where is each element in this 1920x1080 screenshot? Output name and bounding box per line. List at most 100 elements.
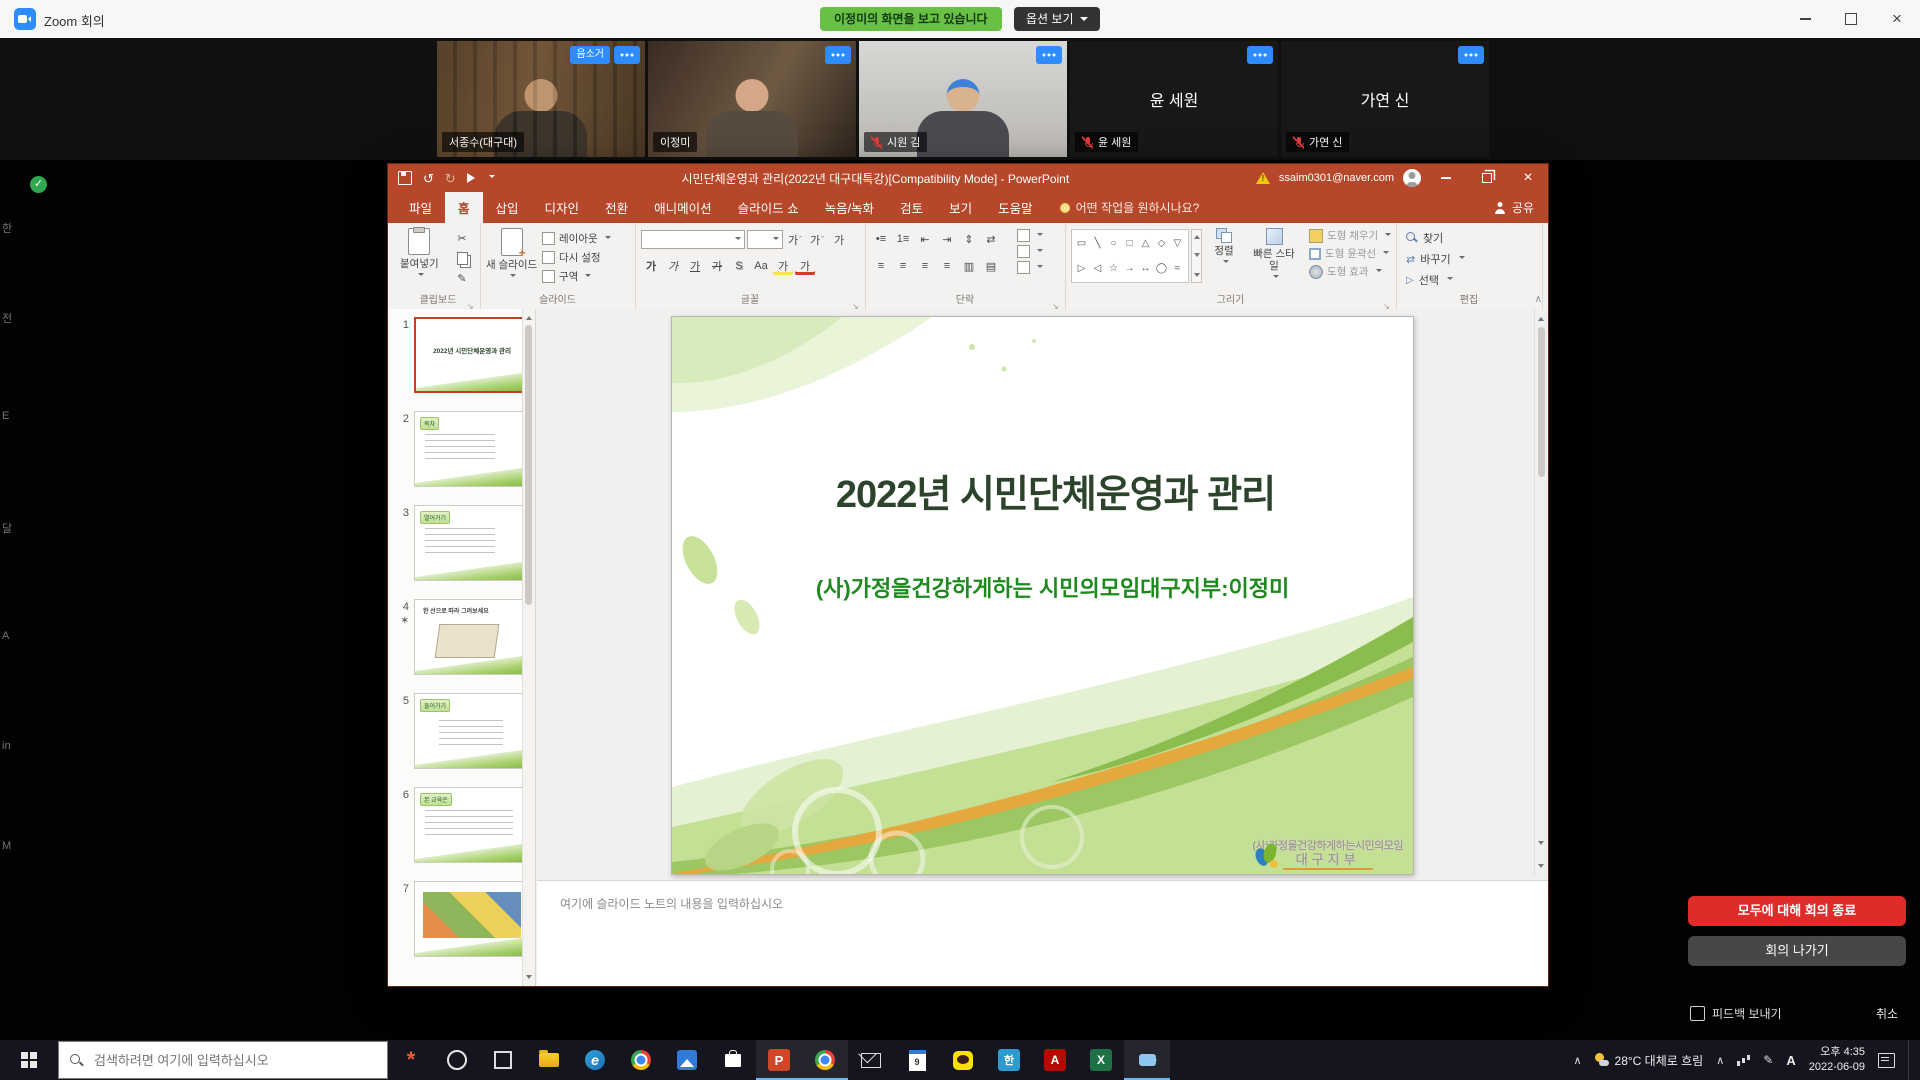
participant-menu-button[interactable] <box>1036 46 1062 64</box>
excel-icon[interactable]: X <box>1078 1040 1124 1080</box>
slide-thumbnail[interactable]: 열어가기 <box>414 505 530 581</box>
이정미[interactable]: 이정미 <box>648 41 856 157</box>
hancom-office-icon[interactable]: * <box>388 1040 434 1080</box>
font-style-button[interactable]: 가 <box>663 257 683 275</box>
tell-me-search[interactable]: 어떤 작업을 원하시나요? <box>1060 192 1200 223</box>
shape-icon[interactable]: ○ <box>1106 236 1121 251</box>
end-meeting-for-all-button[interactable]: 모두에 대해 회의 종료 <box>1688 896 1906 926</box>
share-button[interactable]: 공유 <box>1494 192 1548 223</box>
shape-icon[interactable]: ◁ <box>1090 261 1105 276</box>
layout-button[interactable]: 레이아웃 <box>542 231 611 246</box>
shape-icon[interactable]: ≈ <box>1170 261 1185 276</box>
replace-button[interactable]: 바꾸기 <box>1406 251 1465 267</box>
slide-thumbnail[interactable]: 목차 <box>414 411 530 487</box>
account-avatar[interactable] <box>1403 169 1421 187</box>
view-options-button[interactable]: 옵션 보기 <box>1014 7 1100 31</box>
ribbon-tab[interactable]: 슬라이드 쇼 <box>725 192 812 223</box>
ppt-restore-button[interactable] <box>1471 164 1503 192</box>
new-slide-button[interactable]: 새 슬라이드 <box>486 228 537 280</box>
slide-thumbnail[interactable]: 한 선으로 따라 그려보세요 <box>414 599 530 675</box>
feedback-checkbox[interactable] <box>1690 1006 1705 1021</box>
undo-icon[interactable]: ↺ <box>423 172 434 185</box>
powerpoint-icon[interactable]: P <box>756 1040 802 1080</box>
font-style-button[interactable]: Aa <box>751 257 771 275</box>
ribbon-tab[interactable]: 검토 <box>887 192 936 223</box>
shape-icon[interactable]: ◇ <box>1154 236 1169 251</box>
paragraph-button[interactable]: 1≡ <box>893 230 913 248</box>
edge-browser-icon[interactable]: e <box>572 1040 618 1080</box>
ribbon-tab[interactable]: 전환 <box>592 192 641 223</box>
ppt-close-button[interactable]: × <box>1512 164 1544 192</box>
maximize-button[interactable] <box>1828 0 1874 38</box>
alignment-button[interactable]: ≡ <box>893 257 913 275</box>
paragraph-button[interactable]: ⇥ <box>937 230 957 248</box>
grow-font-button[interactable]: 가 <box>785 231 805 249</box>
next-slide-icon[interactable] <box>1538 841 1544 848</box>
font-style-button[interactable]: 가 <box>685 257 705 275</box>
font-style-button[interactable]: 가 <box>641 257 661 275</box>
slide-subtitle[interactable]: (사)가정을건강하게하는 시민의모임대구지부:이정미 <box>702 571 1403 603</box>
copy-button[interactable] <box>452 249 472 267</box>
paragraph-button[interactable]: ⇤ <box>915 230 935 248</box>
browser-ring-icon[interactable] <box>434 1040 480 1080</box>
slide-thumbnail[interactable]: 2022년 시민단체운영과 관리 <box>414 317 530 393</box>
shapes-gallery-scrollbar[interactable] <box>1191 229 1202 283</box>
윤 세원[interactable]: 윤 세원 윤 세원 <box>1070 41 1278 157</box>
paste-button[interactable]: 붙여넣기 <box>400 228 439 279</box>
font-style-button[interactable]: 가 <box>773 257 793 275</box>
dialog-launcher-icon[interactable] <box>1383 296 1393 306</box>
가연 신[interactable]: 가연 신 가연 신 <box>1281 41 1489 157</box>
ribbon-tab[interactable]: 애니메이션 <box>641 192 725 223</box>
shape-icon[interactable]: → <box>1122 261 1137 276</box>
pen-icon[interactable] <box>1763 1051 1773 1069</box>
warning-icon[interactable] <box>1256 172 1270 184</box>
font-style-button[interactable]: 가 <box>795 257 815 275</box>
chrome-icon[interactable] <box>618 1040 664 1080</box>
ribbon-tab[interactable]: 녹음/녹화 <box>812 192 887 223</box>
ribbon-tab[interactable]: 디자인 <box>532 192 593 223</box>
slide-canvas[interactable]: 2022년 시민단체운영과 관리 (사)가정을건강하게하는 시민의모임대구지부:… <box>671 316 1414 875</box>
alignment-button[interactable]: ▥ <box>959 257 979 275</box>
slide-thumbnail[interactable] <box>414 881 530 957</box>
select-button[interactable]: 선택 <box>1406 272 1465 288</box>
mail-icon[interactable] <box>848 1040 894 1080</box>
font-size-select[interactable] <box>747 230 783 249</box>
file-explorer-icon[interactable] <box>526 1040 572 1080</box>
shrink-font-button[interactable]: 가 <box>807 231 827 249</box>
show-desktop-button[interactable] <box>1908 1040 1914 1080</box>
ribbon-tab[interactable]: 도움말 <box>985 192 1046 223</box>
arrange-button[interactable]: 정렬 <box>1203 228 1245 266</box>
weather-widget[interactable]: 28°C 대체로 흐림 <box>1595 1052 1704 1069</box>
tray-overflow-icon[interactable] <box>1573 1051 1581 1069</box>
slideshow-icon[interactable] <box>467 173 475 183</box>
cancel-button[interactable]: 취소 <box>1876 1005 1898 1022</box>
account-email[interactable]: ssaim0301@naver.com <box>1279 172 1394 184</box>
slide-scrollbar[interactable] <box>1534 309 1548 876</box>
shape-icon[interactable]: ▷ <box>1074 261 1089 276</box>
alignment-button[interactable]: ≡ <box>871 257 891 275</box>
dialog-launcher-icon[interactable] <box>1052 296 1062 306</box>
taskbar-search[interactable] <box>58 1041 388 1079</box>
ribbon-tab[interactable]: 파일 <box>396 192 445 223</box>
hwp-icon[interactable]: 한 <box>986 1040 1032 1080</box>
alignment-button[interactable]: ≡ <box>937 257 957 275</box>
notes-pane[interactable]: 여기에 슬라이드 노트의 내용을 입력하십시오 <box>537 880 1548 986</box>
redo-icon[interactable]: ↻ <box>445 172 456 185</box>
task-view-icon[interactable] <box>480 1040 526 1080</box>
shape-icon[interactable]: □ <box>1122 236 1137 251</box>
previous-slide-icon[interactable] <box>1538 314 1544 321</box>
slide-thumbnail[interactable]: 본 교육은 <box>414 787 530 863</box>
font-style-button[interactable]: 가 <box>707 257 727 275</box>
thumbnail-scrollbar[interactable] <box>522 309 535 986</box>
save-icon[interactable] <box>398 171 412 185</box>
cut-button[interactable]: ✂ <box>452 229 472 247</box>
microsoft-store-icon[interactable] <box>710 1040 756 1080</box>
shape-icon[interactable]: △ <box>1138 236 1153 251</box>
search-input[interactable] <box>92 1052 376 1069</box>
start-button[interactable] <box>0 1040 58 1080</box>
close-button[interactable]: × <box>1874 0 1920 38</box>
shapes-gallery[interactable]: ▭╲○□△◇▽ ▷◁☆→↔◯≈ <box>1071 229 1189 283</box>
서종수(대구대)[interactable]: 음소거 서종수(대구대) <box>437 41 645 157</box>
collapse-ribbon-icon[interactable] <box>1535 294 1542 305</box>
calendar-icon[interactable]: 9 <box>894 1040 940 1080</box>
